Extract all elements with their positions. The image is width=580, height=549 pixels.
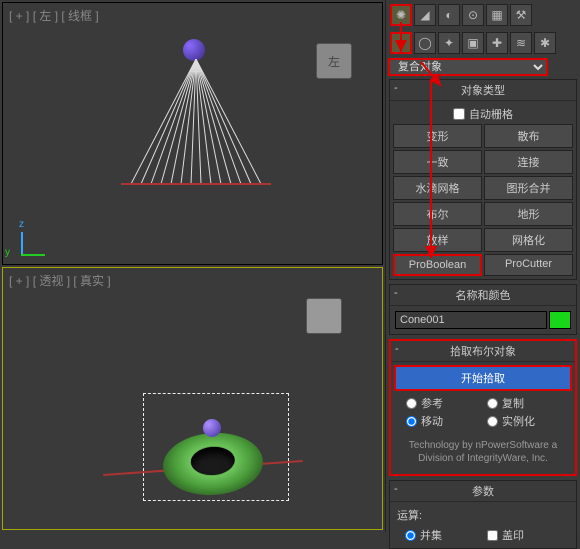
utilities-tab-icon[interactable]: ⚒ bbox=[510, 4, 532, 26]
viewport-left-wireframe[interactable]: [ + ] [ 左 ] [ 线框 ] 左 z y bbox=[2, 2, 383, 265]
viewport-label: [ + ] [ 左 ] [ 线框 ] bbox=[9, 7, 99, 24]
create-tab-icon[interactable]: ✺ bbox=[390, 4, 412, 26]
rollout-title: 拾取布尔对象 bbox=[450, 346, 516, 358]
motion-tab-icon[interactable]: ⊙ bbox=[462, 4, 484, 26]
start-pick-button[interactable]: 开始拾取 bbox=[394, 365, 572, 391]
viewport-perspective[interactable]: [ + ] [ 透视 ] [ 真实 ] bbox=[2, 267, 383, 530]
hierarchy-tab-icon[interactable]: ◐ bbox=[438, 4, 460, 26]
procutter-button[interactable]: ProCutter bbox=[484, 254, 573, 276]
helpers-icon[interactable]: ✚ bbox=[486, 32, 508, 54]
shapemerge-button[interactable]: 图形合并 bbox=[484, 176, 573, 200]
spacewarps-icon[interactable]: ≋ bbox=[510, 32, 532, 54]
name-color-rollout: -名称和颜色 bbox=[389, 284, 577, 335]
viewport-label: [ + ] [ 透视 ] [ 真实 ] bbox=[9, 272, 111, 289]
display-tab-icon[interactable]: ▦ bbox=[486, 4, 508, 26]
union-radio[interactable] bbox=[405, 530, 416, 541]
pick-boolean-rollout: -拾取布尔对象 开始拾取 参考 复制 移动 实例化 Technology by … bbox=[389, 339, 577, 476]
parameters-rollout: -参数 运算: 并集 盖印 bbox=[389, 480, 577, 549]
mesher-button[interactable]: 网格化 bbox=[484, 228, 573, 252]
systems-icon[interactable]: ✱ bbox=[534, 32, 556, 54]
imprint-checkbox[interactable] bbox=[487, 530, 498, 541]
viewcube[interactable]: 左 bbox=[316, 43, 352, 79]
modify-tab-icon[interactable]: ◢ bbox=[414, 4, 436, 26]
viewcube[interactable] bbox=[306, 298, 342, 334]
command-panel-tabs: ✺ ◢ ◐ ⊙ ▦ ⚒ bbox=[388, 2, 578, 28]
rollout-title: 参数 bbox=[472, 486, 494, 498]
boolean-button[interactable]: 布尔 bbox=[393, 202, 482, 226]
geometry-icon[interactable]: ● bbox=[390, 32, 412, 54]
reference-radio[interactable] bbox=[406, 398, 417, 409]
scene-sphere bbox=[183, 39, 205, 61]
connect-button[interactable]: 连接 bbox=[484, 150, 573, 174]
geometry-type-dropdown[interactable]: 复合对象 bbox=[388, 58, 548, 76]
rollout-title: 名称和颜色 bbox=[456, 290, 511, 302]
create-category-row: ● ◯ ✦ ▣ ✚ ≋ ✱ bbox=[388, 30, 578, 56]
instance-radio[interactable] bbox=[487, 416, 498, 427]
cameras-icon[interactable]: ▣ bbox=[462, 32, 484, 54]
command-panel: ✺ ◢ ◐ ⊙ ▦ ⚒ ● ◯ ✦ ▣ ✚ ≋ ✱ 复合对象 -对象类型 自动栅… bbox=[385, 0, 580, 532]
object-name-input[interactable] bbox=[395, 311, 547, 329]
lights-icon[interactable]: ✦ bbox=[438, 32, 460, 54]
conform-button[interactable]: 一致 bbox=[393, 150, 482, 174]
autogrid-checkbox[interactable] bbox=[453, 108, 465, 120]
object-color-swatch[interactable] bbox=[549, 311, 571, 329]
loft-button[interactable]: 放样 bbox=[393, 228, 482, 252]
morph-button[interactable]: 变形 bbox=[393, 124, 482, 148]
proboolean-button[interactable]: ProBoolean bbox=[393, 254, 482, 276]
terrain-button[interactable]: 地形 bbox=[484, 202, 573, 226]
operation-label: 运算: bbox=[393, 505, 573, 525]
tech-note: Technology by nPowerSoftware a Division … bbox=[394, 433, 572, 471]
shapes-icon[interactable]: ◯ bbox=[414, 32, 436, 54]
scatter-button[interactable]: 散布 bbox=[484, 124, 573, 148]
rollout-title: 对象类型 bbox=[461, 85, 505, 97]
copy-radio[interactable] bbox=[487, 398, 498, 409]
object-type-rollout: -对象类型 自动栅格 变形 散布 一致 连接 水滴网格 图形合并 布尔 地形 放… bbox=[389, 79, 577, 280]
move-radio[interactable] bbox=[406, 416, 417, 427]
blobmesh-button[interactable]: 水滴网格 bbox=[393, 176, 482, 200]
scene-sphere bbox=[203, 419, 221, 437]
scene-cone-wire bbox=[121, 59, 271, 189]
